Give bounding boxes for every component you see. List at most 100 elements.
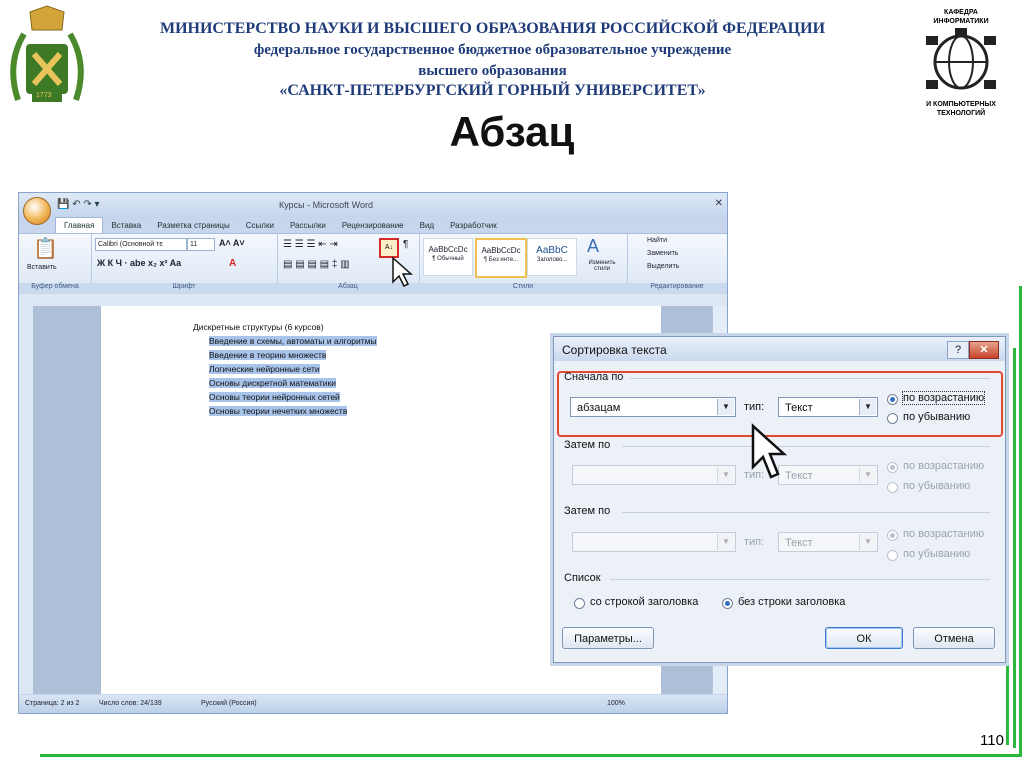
- sort-text-dialog: Сортировка текста ? ✕ Сначала по абзацам…: [553, 336, 1006, 663]
- first-type-label: тип:: [744, 401, 765, 413]
- then-type-1-select[interactable]: Текст ▼: [778, 465, 878, 485]
- then-type-2-select[interactable]: Текст ▼: [778, 532, 878, 552]
- alignment-buttons[interactable]: ▤ ▤ ▤ ▤ ‡ ▥: [283, 259, 350, 270]
- document-item-1: Введение в схемы, автоматы и алгоритмы: [209, 336, 377, 346]
- font-name-box[interactable]: Calibri (Основной тє: [95, 238, 187, 251]
- then-1-descending-label[interactable]: по убыванию: [903, 480, 970, 492]
- then-by-2-divider: [622, 512, 990, 513]
- tab-view[interactable]: Вид: [412, 218, 442, 233]
- tab-home[interactable]: Главная: [55, 217, 104, 233]
- document-item-2: Введение в теорию множеств: [209, 350, 327, 360]
- department-logo: КАФЕДРА ИНФОРМАТИКИ И КОМПЬЮТЕРНЫХ ТЕХНО…: [918, 6, 1004, 124]
- chevron-down-icon: ▼: [859, 467, 876, 483]
- pilcrow-icon[interactable]: ¶: [403, 239, 408, 250]
- style-heading-name: Заголово...: [536, 257, 568, 263]
- tab-page-layout[interactable]: Разметка страницы: [149, 218, 238, 233]
- office-button[interactable]: [23, 197, 51, 225]
- clipboard-group: 📋 Вставить Буфер обмена: [19, 234, 92, 294]
- then-field-1-select[interactable]: ▼: [572, 465, 736, 485]
- font-color-icon[interactable]: A: [229, 258, 236, 269]
- then-2-descending-label[interactable]: по убыванию: [903, 548, 970, 560]
- word-window-title: Курсы - Microsoft Word: [279, 200, 373, 210]
- change-styles-button[interactable]: Изменить стили: [581, 260, 623, 272]
- list-buttons[interactable]: ☰ ☰ ☰ ⇤ ⇥: [283, 239, 338, 250]
- cancel-button[interactable]: Отмена: [913, 627, 995, 649]
- tab-insert[interactable]: Вставка: [103, 218, 149, 233]
- paste-button[interactable]: Вставить: [27, 264, 57, 271]
- green-bar-1: [1019, 286, 1022, 754]
- vertical-ruler: [19, 306, 33, 694]
- then-type-2-value: Текст: [785, 537, 813, 549]
- tab-review[interactable]: Рецензирование: [334, 218, 412, 233]
- then-1-ascending-radio[interactable]: [887, 462, 898, 473]
- with-header-label[interactable]: со строкой заголовка: [590, 596, 698, 608]
- font-group-label: Шрифт: [91, 283, 277, 294]
- status-zoom[interactable]: 100%: [607, 700, 625, 707]
- find-button[interactable]: Найти: [647, 237, 667, 244]
- style-no-spacing[interactable]: AaBbCcDc ¶ Без инте...: [475, 238, 527, 278]
- slide-title: Абзац: [449, 108, 575, 155]
- chevron-down-icon: ▼: [859, 534, 876, 550]
- editing-group: Найти Заменить Выделить Редактирование: [627, 234, 727, 294]
- style-normal[interactable]: AaBbCcDc ¶ Обычный: [423, 238, 473, 276]
- style-normal-name: ¶ Обычный: [432, 256, 464, 262]
- ministry-line: МИНИСТЕРСТВО НАУКИ И ВЫСШЕГО ОБРАЗОВАНИЯ…: [159, 20, 826, 37]
- then-2-ascending-radio[interactable]: [887, 530, 898, 541]
- font-format-buttons[interactable]: Ж К Ч · abe x₂ x² Aa: [97, 258, 181, 268]
- then-field-2-select[interactable]: ▼: [572, 532, 736, 552]
- chevron-down-icon: ▼: [717, 399, 734, 415]
- then-1-descending-radio[interactable]: [887, 482, 898, 493]
- first-ascending-radio[interactable]: [887, 394, 898, 405]
- list-label: Список: [564, 572, 601, 584]
- green-bar-bottom: [40, 754, 1022, 757]
- ribbon-tabs: Главная Вставка Разметка страницы Ссылки Рас…: [55, 217, 505, 233]
- first-type-select[interactable]: Текст ▼: [778, 397, 878, 417]
- grow-font-icon[interactable]: A˄ A˅: [219, 238, 245, 248]
- first-field-select[interactable]: абзацам ▼: [570, 397, 736, 417]
- status-words[interactable]: Число слов: 24/139: [99, 700, 162, 707]
- then-2-descending-radio[interactable]: [887, 550, 898, 561]
- quick-access-toolbar[interactable]: 💾 ↶ ↷ ▾: [57, 199, 100, 210]
- tab-developer[interactable]: Разработчик: [442, 218, 505, 233]
- horizontal-ruler[interactable]: [19, 294, 727, 306]
- help-button[interactable]: ?: [947, 341, 969, 359]
- sort-button[interactable]: А↓: [379, 238, 399, 258]
- paste-icon[interactable]: 📋: [33, 236, 58, 261]
- without-header-radio[interactable]: [722, 598, 733, 609]
- options-button[interactable]: Параметры...: [562, 627, 654, 649]
- status-language[interactable]: Русский (Россия): [201, 700, 257, 707]
- then-by-1-label: Затем по: [564, 439, 611, 451]
- document-item-4: Основы дискретной математики: [209, 378, 336, 388]
- document-item-6: Основы теории нечетких множеств: [209, 406, 348, 416]
- replace-button[interactable]: Заменить: [647, 250, 678, 257]
- with-header-radio[interactable]: [574, 598, 585, 609]
- without-header-label[interactable]: без строки заголовка: [738, 596, 845, 608]
- first-field-value: абзацам: [577, 402, 621, 414]
- dept-logo-top-text: КАФЕДРА ИНФОРМАТИКИ: [933, 9, 989, 25]
- first-descending-label[interactable]: по убыванию: [903, 411, 970, 423]
- chevron-down-icon: ▼: [717, 534, 734, 550]
- change-styles-icon[interactable]: A: [587, 236, 599, 257]
- first-ascending-label[interactable]: по возрастанию: [901, 391, 986, 405]
- then-2-ascending-label[interactable]: по возрастанию: [903, 528, 984, 540]
- styles-group-label: Стили: [419, 283, 627, 294]
- status-page[interactable]: Страница: 2 из 2: [25, 700, 79, 707]
- then-1-ascending-label[interactable]: по возрастанию: [903, 460, 984, 472]
- font-size-box[interactable]: 11: [187, 238, 215, 251]
- style-heading[interactable]: AaBbC Заголово...: [527, 238, 577, 276]
- green-bar-3: [1006, 360, 1009, 745]
- tab-mailings[interactable]: Рассылки: [282, 218, 334, 233]
- chevron-down-icon: ▼: [717, 467, 734, 483]
- close-button[interactable]: ✕: [969, 341, 999, 359]
- select-button[interactable]: Выделить: [647, 263, 679, 270]
- window-controls[interactable]: ✕: [715, 198, 723, 209]
- ok-button[interactable]: ОК: [825, 627, 903, 649]
- university-name: «САНКТ-ПЕТЕРБУРГСКИЙ ГОРНЫЙ УНИВЕРСИТЕТ»: [279, 82, 706, 99]
- first-by-label: Сначала по: [564, 371, 624, 383]
- style-no-spacing-preview: AaBbCcDc: [481, 246, 521, 255]
- first-descending-radio[interactable]: [887, 413, 898, 424]
- tab-references[interactable]: Ссылки: [238, 218, 282, 233]
- then-by-1-divider: [622, 446, 990, 447]
- document-item-5: Основы теории нейронных сетей: [209, 392, 340, 402]
- status-bar: Страница: 2 из 2 Число слов: 24/139 Русс…: [19, 695, 727, 713]
